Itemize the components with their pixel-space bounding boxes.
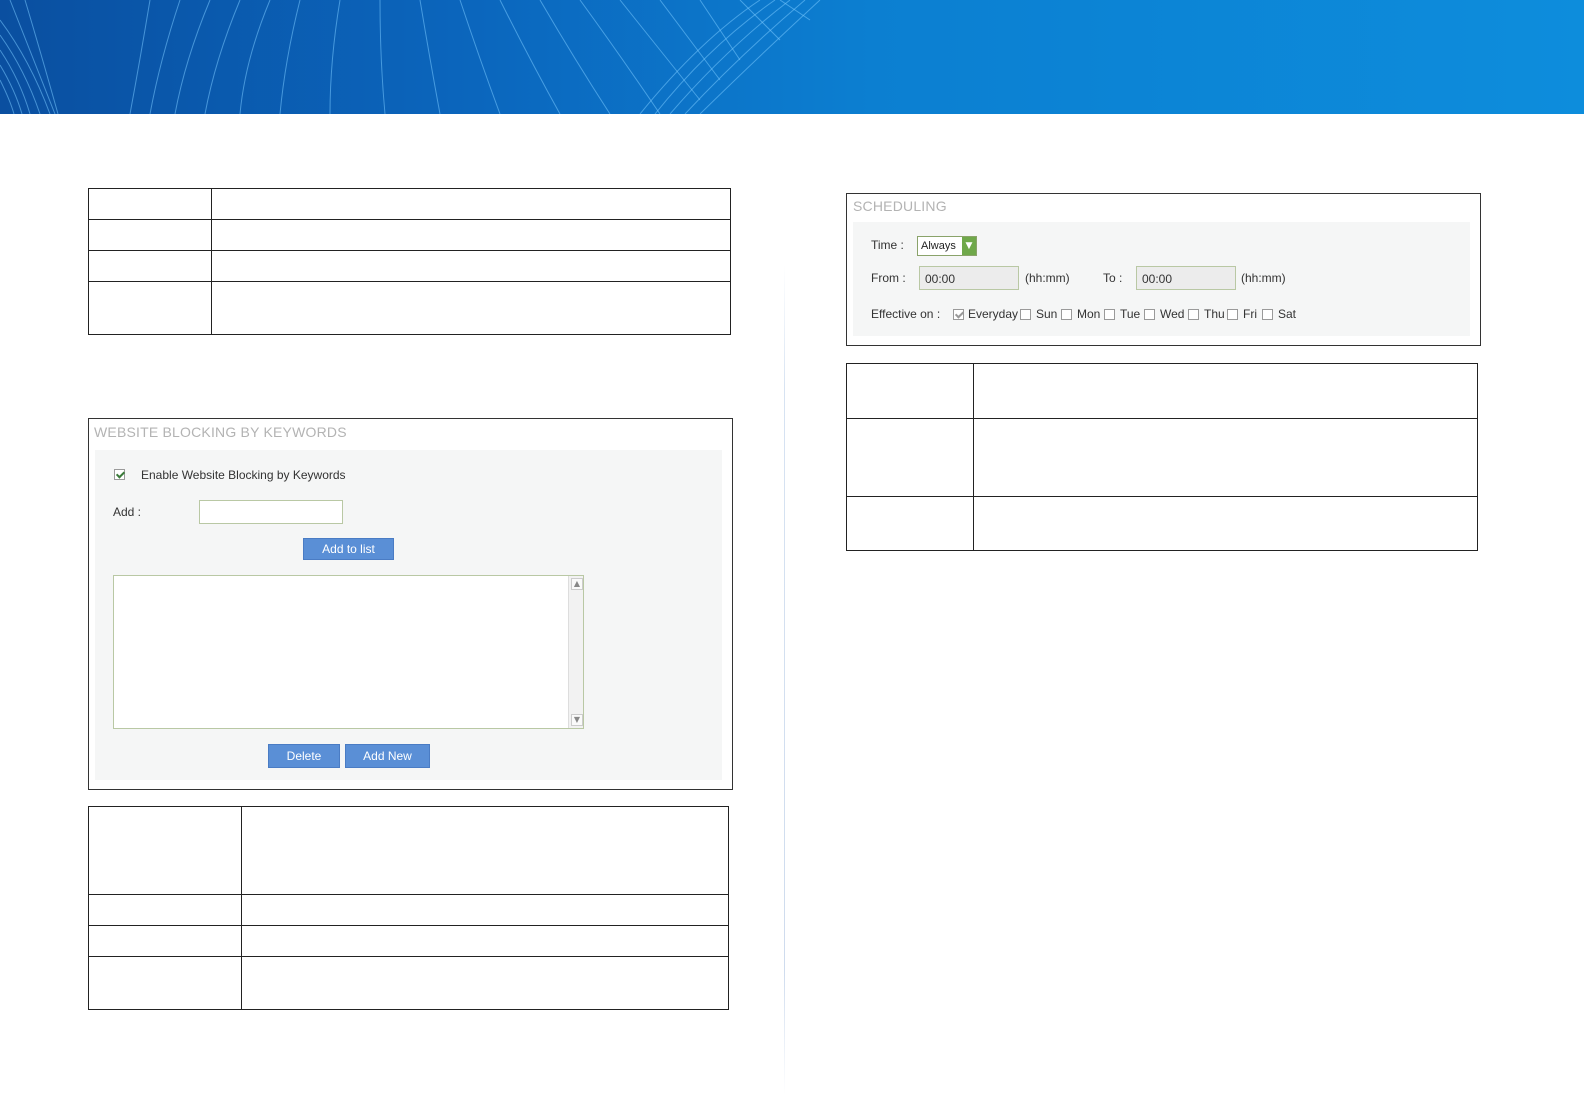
effective-on-label: Effective on : — [871, 307, 941, 321]
table-cell — [88, 925, 242, 957]
add-to-list-button[interactable]: Add to list — [303, 538, 394, 560]
header-banner — [0, 0, 1584, 114]
table-cell — [88, 894, 242, 926]
panel-body: Enable Website Blocking by Keywords Add … — [95, 450, 722, 780]
top-left-table — [88, 188, 731, 335]
fri-label: Fri — [1243, 307, 1257, 321]
table-cell — [973, 496, 1478, 551]
to-unit: (hh:mm) — [1241, 271, 1286, 285]
table-cell — [88, 188, 212, 220]
enable-keyword-blocking-checkbox[interactable] — [114, 469, 125, 480]
bottom-left-table — [88, 806, 729, 1010]
enable-keyword-blocking-label: Enable Website Blocking by Keywords — [141, 468, 346, 482]
table-cell — [973, 363, 1478, 419]
sun-checkbox[interactable] — [1020, 309, 1031, 320]
to-time-input[interactable]: 00:00 — [1136, 266, 1236, 290]
sun-label: Sun — [1036, 307, 1058, 321]
table-cell — [211, 250, 731, 282]
panel-body: Time : Always ▼ From : 00:00 (hh:mm) To … — [853, 222, 1470, 336]
tue-label: Tue — [1120, 307, 1141, 321]
from-unit: (hh:mm) — [1025, 271, 1070, 285]
table-cell — [88, 281, 212, 335]
table-cell — [241, 894, 729, 926]
table-cell — [846, 496, 974, 551]
chevron-down-icon: ▼ — [962, 237, 976, 255]
mon-checkbox[interactable] — [1061, 309, 1072, 320]
table-cell — [88, 219, 212, 251]
scroll-down-icon[interactable]: ▼ — [571, 714, 583, 726]
keyword-blocking-panel: WEBSITE BLOCKING BY KEYWORDS Enable Webs… — [88, 418, 733, 790]
from-time-input[interactable]: 00:00 — [919, 266, 1019, 290]
time-label: Time : — [871, 238, 904, 252]
decorative-wave-graphic — [0, 0, 821, 114]
sat-label: Sat — [1278, 307, 1297, 321]
fri-checkbox[interactable] — [1227, 309, 1238, 320]
scroll-up-icon[interactable]: ▲ — [571, 578, 583, 590]
wed-label: Wed — [1160, 307, 1185, 321]
keyword-list-scrollbar[interactable]: ▲ ▼ — [568, 576, 583, 728]
column-divider — [784, 265, 785, 1095]
time-select[interactable]: Always ▼ — [917, 236, 977, 256]
table-cell — [846, 418, 974, 497]
tue-checkbox[interactable] — [1104, 309, 1115, 320]
mon-label: Mon — [1077, 307, 1101, 321]
table-cell — [211, 188, 731, 220]
table-cell — [88, 250, 212, 282]
keyword-list[interactable]: ▲ ▼ — [113, 575, 584, 729]
add-label: Add : — [113, 505, 142, 519]
table-cell — [88, 806, 242, 895]
add-new-button[interactable]: Add New — [345, 744, 430, 768]
table-cell — [973, 418, 1478, 497]
add-keyword-input[interactable] — [199, 500, 343, 524]
table-cell — [241, 956, 729, 1010]
thu-checkbox[interactable] — [1188, 309, 1199, 320]
thu-label: Thu — [1204, 307, 1225, 321]
from-label: From : — [871, 271, 906, 285]
table-cell — [846, 363, 974, 419]
scheduling-panel: SCHEDULING Time : Always ▼ From : 00:00 … — [846, 193, 1481, 346]
to-label: To : — [1103, 271, 1123, 285]
table-cell — [211, 281, 731, 335]
right-table — [846, 363, 1478, 551]
everyday-checkbox[interactable] — [953, 309, 964, 320]
table-cell — [211, 219, 731, 251]
panel-title: WEBSITE BLOCKING BY KEYWORDS — [94, 424, 347, 440]
sat-checkbox[interactable] — [1262, 309, 1273, 320]
table-cell — [241, 806, 729, 895]
everyday-label: Everyday — [968, 307, 1019, 321]
wed-checkbox[interactable] — [1144, 309, 1155, 320]
table-cell — [241, 925, 729, 957]
panel-title: SCHEDULING — [853, 198, 947, 214]
delete-button[interactable]: Delete — [268, 744, 340, 768]
table-cell — [88, 956, 242, 1010]
